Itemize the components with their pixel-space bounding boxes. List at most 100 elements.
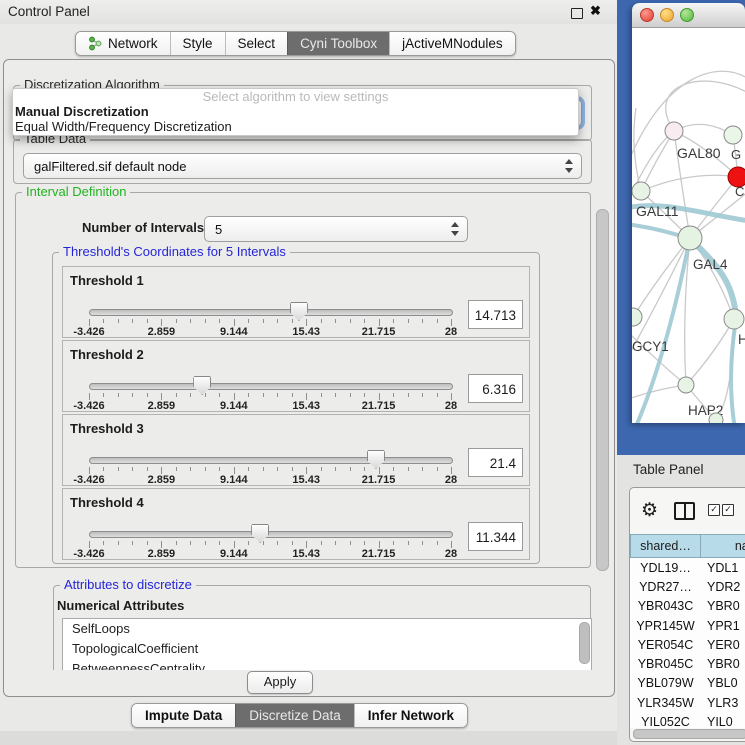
axis-tick xyxy=(132,319,133,323)
threshold-slider[interactable]: -3.4262.8599.14415.4321.71528 xyxy=(89,301,451,335)
axis-tick xyxy=(335,319,336,323)
split-table-icon[interactable] xyxy=(674,502,695,520)
network-view-window[interactable]: GAL80GCGAL11GAL4GCY1HHAP2 xyxy=(632,3,745,423)
threshold-slider[interactable]: -3.4262.8599.14415.4321.71528 xyxy=(89,449,451,483)
apply-button[interactable]: Apply xyxy=(247,671,313,694)
axis-tick xyxy=(205,393,206,397)
tab-network[interactable]: Network xyxy=(76,32,170,55)
dropdown-option[interactable]: Manual Discretization xyxy=(13,104,578,119)
cell-shared-name: YDR27… xyxy=(630,580,701,594)
number-of-intervals-value: 5 xyxy=(215,217,222,241)
scrollbar-thumb[interactable] xyxy=(633,729,745,739)
table-column-header[interactable]: shared… xyxy=(630,534,701,558)
table-row[interactable]: YER054CYER0 xyxy=(630,635,745,654)
tab-cyni-toolbox[interactable]: Cyni Toolbox xyxy=(287,32,389,55)
axis-tick-label: 21.715 xyxy=(362,548,396,560)
zoom-traffic-light[interactable] xyxy=(680,8,694,22)
slider-track[interactable] xyxy=(89,531,453,538)
table-row[interactable]: YBL079WYBL0 xyxy=(630,674,745,693)
threshold-value-field[interactable]: 14.713 xyxy=(468,300,523,329)
gear-icon[interactable]: ⚙ xyxy=(641,499,658,522)
axis-tick xyxy=(176,467,177,471)
top-tab-bar: NetworkStyleSelectCyni ToolboxjActiveMNo… xyxy=(75,31,516,56)
slider-track[interactable] xyxy=(89,383,453,390)
table-column-header[interactable]: name xyxy=(701,534,745,558)
axis-tick-label: 28 xyxy=(445,400,457,412)
number-of-intervals-combo[interactable]: 5 xyxy=(204,216,468,242)
scrollbar-thumb[interactable] xyxy=(596,209,609,571)
table-row[interactable]: YIL052CYIL0 xyxy=(630,712,745,728)
axis-tick-label: 21.715 xyxy=(362,474,396,486)
axis-tick xyxy=(147,541,148,545)
network-node[interactable] xyxy=(709,413,723,423)
table-row[interactable]: YLR345WYLR3 xyxy=(630,693,745,712)
threshold-label: Threshold 1 xyxy=(70,273,144,288)
axis-tick xyxy=(379,319,380,326)
slider-track[interactable] xyxy=(89,309,453,316)
network-node[interactable] xyxy=(632,182,650,200)
table-horizontal-scrollbar[interactable] xyxy=(632,729,745,738)
threshold-slider[interactable]: -3.4262.8599.14415.4321.71528 xyxy=(89,375,451,409)
tab-impute-data[interactable]: Impute Data xyxy=(132,704,235,727)
checkbox-icon[interactable]: ✓ xyxy=(722,504,734,516)
axis-tick xyxy=(176,393,177,397)
axis-tick-label: 15.43 xyxy=(292,548,320,560)
close-icon[interactable]: ✖ xyxy=(589,4,602,17)
network-node[interactable] xyxy=(724,309,744,329)
float-window-icon[interactable] xyxy=(571,8,583,19)
cell-shared-name: YBR045C xyxy=(630,657,701,671)
tab-jactivemnodules[interactable]: jActiveMNodules xyxy=(389,32,515,55)
axis-tick xyxy=(205,467,206,471)
table-data-combo[interactable]: galFiltered.sif default node xyxy=(23,153,582,179)
node-table: ⚙ ✓ ✓ shared…name YDL19…YDL1YDR27…YDR2YB… xyxy=(629,487,745,742)
dropdown-hint-item: Select algorithm to view settings xyxy=(13,89,578,104)
scrollbar-thumb[interactable] xyxy=(579,622,590,664)
cell-name: YLR3 xyxy=(701,696,745,710)
table-row[interactable]: YBR045CYBR0 xyxy=(630,654,745,673)
attributes-group-title: Attributes to discretize xyxy=(60,577,196,592)
network-window-titlebar[interactable] xyxy=(632,3,745,28)
panel-scrollbar[interactable] xyxy=(594,184,609,668)
network-canvas[interactable]: GAL80GCGAL11GAL4GCY1HHAP2 xyxy=(632,28,745,423)
close-traffic-light[interactable] xyxy=(640,8,654,22)
threshold-value-field[interactable]: 6.316 xyxy=(468,374,523,403)
axis-tick xyxy=(350,393,351,397)
cell-shared-name: YBR043C xyxy=(630,599,701,613)
network-node[interactable] xyxy=(632,308,642,326)
tab-discretize-data[interactable]: Discretize Data xyxy=(235,704,354,727)
axis-tick xyxy=(103,541,104,545)
combo-stepper-icon xyxy=(451,222,460,236)
tab-select[interactable]: Select xyxy=(225,32,288,55)
attribute-list-scrollbar[interactable] xyxy=(579,621,589,670)
dropdown-option[interactable]: Equal Width/Frequency Discretization xyxy=(13,119,578,134)
attribute-item[interactable]: TopologicalCoefficient xyxy=(63,639,591,659)
threshold-slider[interactable]: -3.4262.8599.14415.4321.71528 xyxy=(89,523,451,557)
table-row[interactable]: YBR043CYBR0 xyxy=(630,597,745,616)
axis-tick-label: 21.715 xyxy=(362,326,396,338)
network-node[interactable] xyxy=(678,377,694,393)
axis-tick xyxy=(219,467,220,471)
axis-tick xyxy=(190,319,191,323)
table-row[interactable]: YPR145WYPR1 xyxy=(630,616,745,635)
panel-title: Control Panel xyxy=(8,4,90,19)
table-row[interactable]: YDR27…YDR2 xyxy=(630,577,745,596)
checkbox-icon[interactable]: ✓ xyxy=(708,504,720,516)
attribute-item[interactable]: BetweennessCentrality xyxy=(63,659,591,670)
network-node[interactable] xyxy=(724,126,742,144)
minimize-traffic-light[interactable] xyxy=(660,8,674,22)
slider-track[interactable] xyxy=(89,457,453,464)
threshold-panel: Threshold 2 -3.4262.8599.14415.4321.71528… xyxy=(62,340,530,412)
axis-tick xyxy=(263,319,264,323)
attribute-item[interactable]: SelfLoops xyxy=(63,619,591,639)
tab-style[interactable]: Style xyxy=(170,32,225,55)
threshold-label: Threshold 2 xyxy=(70,347,144,362)
threshold-panel: Threshold 4-3.4262.8599.14415.4321.71528… xyxy=(62,488,530,560)
threshold-value-field[interactable]: 11.344 xyxy=(468,522,523,551)
table-row[interactable]: YDL19…YDL1 xyxy=(630,558,745,577)
numerical-attributes-list[interactable]: SelfLoopsTopologicalCoefficientBetweenne… xyxy=(62,618,592,670)
network-node[interactable] xyxy=(665,122,683,140)
threshold-value-field[interactable]: 21.4 xyxy=(468,448,523,477)
network-node[interactable] xyxy=(678,226,702,250)
tab-infer-network[interactable]: Infer Network xyxy=(354,704,467,727)
axis-tick xyxy=(161,393,162,400)
